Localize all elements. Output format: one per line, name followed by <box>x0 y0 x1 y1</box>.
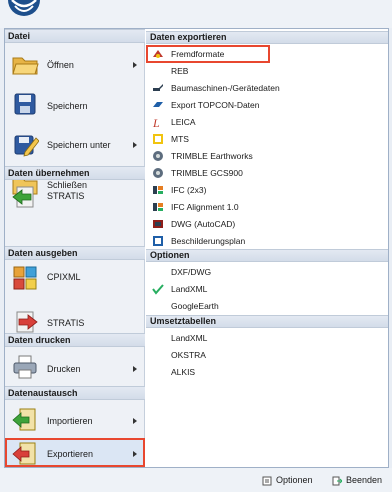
exit-icon <box>332 476 342 486</box>
sign-plan-icon <box>153 236 163 246</box>
export-item-ifc-alignment[interactable]: IFC Alignment 1.0 <box>146 199 388 215</box>
menu-item-label: Importieren <box>47 416 93 426</box>
menu-item-label: Speichern unter <box>47 140 111 150</box>
app-logo-icon[interactable] <box>6 0 42 20</box>
mts-icon <box>153 134 163 144</box>
menu-item-importieren[interactable]: Importieren <box>5 400 145 440</box>
trimble-icon <box>153 168 163 178</box>
section-optionen: Optionen <box>146 249 388 262</box>
section-datenaustausch: Datenaustausch <box>5 386 145 400</box>
landxml-check-icon <box>152 284 164 295</box>
export-item-ifc-2x3[interactable]: IFC (2x3) <box>146 182 388 198</box>
umsetz-item-landxml[interactable]: LandXML <box>146 330 388 346</box>
section-daten-drucken: Daten drucken <box>5 333 145 347</box>
umsetz-item-alkis[interactable]: ALKIS <box>146 364 388 380</box>
section-daten-exportieren: Daten exportieren <box>146 31 388 44</box>
menu-item-speichern[interactable]: Speichern <box>5 85 145 123</box>
excavator-icon <box>153 84 163 91</box>
dwg-icon <box>153 220 163 228</box>
option-item-dxf-dwg[interactable]: DXF/DWG <box>146 264 388 280</box>
beenden-button[interactable]: Beenden <box>332 473 382 487</box>
menu-item-label: STRATIS <box>47 318 85 328</box>
stratis-import-icon <box>12 186 34 208</box>
trimble-icon <box>153 151 163 161</box>
export-item-topcon[interactable]: Export TOPCON-Daten <box>146 97 388 113</box>
save-as-icon <box>14 135 39 157</box>
menu-item-label: STRATIS <box>47 191 85 201</box>
topcon-icon <box>153 102 163 107</box>
submenu-arrow-icon <box>133 366 137 372</box>
bottom-bar: Optionen Beenden <box>0 468 392 492</box>
highlight-fremdformate <box>146 45 270 63</box>
ifc-icon <box>153 203 163 211</box>
submenu-arrow-icon <box>133 142 137 148</box>
import-icon <box>12 408 36 431</box>
menu-item-oeffnen[interactable]: Öffnen <box>5 43 145 85</box>
submenu-arrow-icon <box>133 418 137 424</box>
menu-item-drucken[interactable]: Drucken <box>5 347 145 387</box>
title-bar <box>0 0 392 28</box>
menu-item-label: Speichern <box>47 101 88 111</box>
section-umsetztabellen: Umsetztabellen <box>146 315 388 328</box>
stratis-export-icon <box>16 311 38 333</box>
menu-item-label: CPIXML <box>47 272 81 282</box>
optionen-button[interactable]: Optionen <box>262 473 313 487</box>
menu-left-column: Datei Öffnen Speichern Speichern unter S… <box>5 29 145 467</box>
folder-open-icon <box>12 57 39 75</box>
menu-item-label: Drucken <box>47 364 81 374</box>
ifc-icon <box>153 186 163 194</box>
section-datei: Datei <box>5 29 145 43</box>
cpixml-export-icon <box>13 266 37 290</box>
export-item-trimble-gcs900[interactable]: TRIMBLE GCS900 <box>146 165 388 181</box>
svg-text:L: L <box>152 116 160 128</box>
section-daten-uebernehmen: Daten übernehmen <box>5 166 145 180</box>
file-menu: Datei Öffnen Speichern Speichern unter S… <box>4 28 389 468</box>
options-icon <box>262 476 272 486</box>
menu-item-cpixml[interactable]: CPIXML <box>5 260 145 302</box>
export-item-mts[interactable]: MTS <box>146 131 388 147</box>
menu-item-label: Öffnen <box>47 60 74 70</box>
menu-item-stratis-import[interactable]: STRATIS <box>5 180 145 214</box>
section-daten-ausgeben: Daten ausgeben <box>5 246 145 260</box>
leica-icon: L <box>152 116 160 128</box>
export-item-baumaschinen[interactable]: Baumaschinen-/Gerätedaten <box>146 80 388 96</box>
printer-icon <box>13 355 37 379</box>
export-item-dwg[interactable]: DWG (AutoCAD) <box>146 216 388 232</box>
export-item-trimble-earthworks[interactable]: TRIMBLE Earthworks <box>146 148 388 164</box>
option-item-landxml[interactable]: LandXML <box>146 281 388 297</box>
export-submenu: Daten exportieren Fremdformate REB Bauma… <box>146 29 388 467</box>
export-item-reb[interactable]: REB <box>146 63 388 79</box>
application-menu-window: Datei Öffnen Speichern Speichern unter S… <box>0 0 392 492</box>
umsetz-item-okstra[interactable]: OKSTRA <box>146 347 388 363</box>
export-item-beschilderungsplan[interactable]: Beschilderungsplan <box>146 233 388 249</box>
submenu-arrow-icon <box>133 62 137 68</box>
menu-item-speichern-unter[interactable]: Speichern unter <box>5 123 145 165</box>
save-disk-icon <box>14 93 36 115</box>
option-item-googleearth[interactable]: GoogleEarth <box>146 298 388 314</box>
export-item-leica[interactable]: L LEICA <box>146 114 388 130</box>
highlight-exportieren <box>5 438 145 467</box>
